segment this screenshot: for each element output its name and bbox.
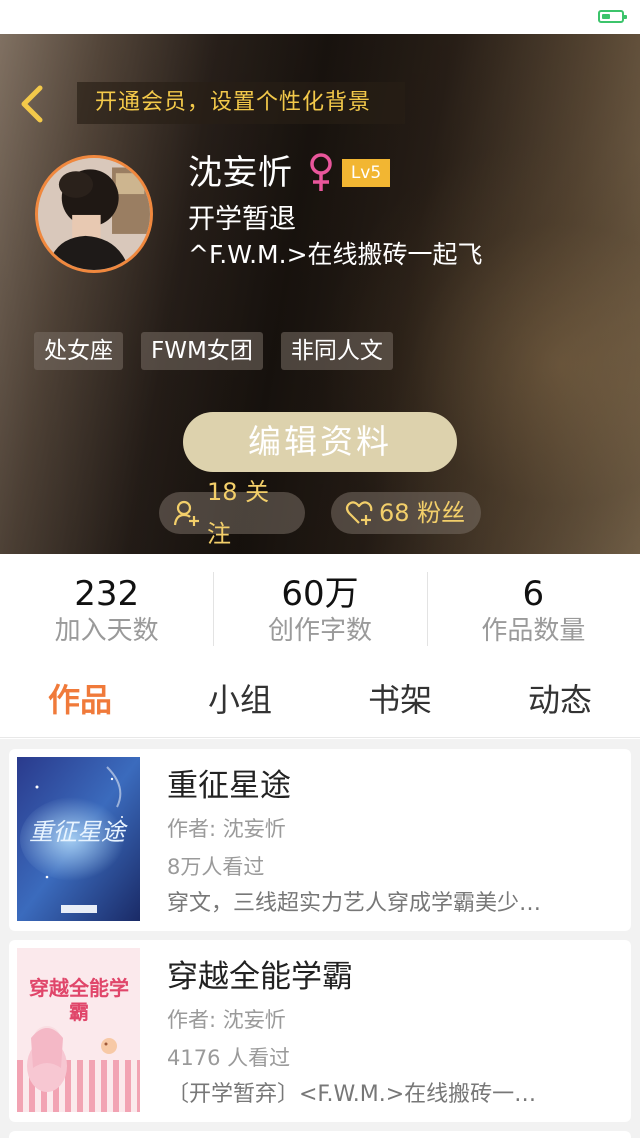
work-card[interactable]	[9, 1131, 631, 1138]
back-button[interactable]	[16, 82, 52, 126]
stats-row: 232 加入天数 60万 创作字数 6 作品数量	[0, 554, 640, 654]
female-gender-icon	[308, 152, 334, 194]
battery-icon	[598, 10, 627, 23]
tag-item[interactable]: 处女座	[34, 332, 123, 370]
following-button[interactable]: 18 关注	[159, 478, 305, 548]
stat-word-count: 60万 创作字数	[213, 554, 426, 654]
following-count: 18 关注	[207, 478, 270, 548]
book-cover-image	[17, 948, 140, 1112]
work-card[interactable]: 穿越全能学霸 穿越全能学霸 作者: 沈妄忻 4176 人看过 〔开学暂弃〕<F.…	[9, 940, 631, 1122]
stat-label: 作品数量	[481, 616, 586, 646]
tab-groups[interactable]: 小组	[160, 662, 320, 737]
stat-value: 6	[522, 574, 545, 614]
profile-header: 开通会员，设置个性化背景 沈妄忻 Lv5 开学暂退 ^F.W.M.>在线搬砖一起…	[0, 34, 640, 554]
avatar[interactable]	[35, 155, 153, 273]
stat-works-count: 6 作品数量	[426, 554, 640, 654]
tag-item[interactable]: 非同人文	[280, 332, 393, 370]
stat-join-days: 232 加入天数	[0, 554, 213, 654]
user-add-icon	[173, 500, 199, 526]
tab-works[interactable]: 作品	[0, 662, 160, 737]
book-cover[interactable]: 穿越全能学霸	[17, 948, 140, 1112]
works-list: 重征星途 重征星途 作者: 沈妄忻 8万人看过 穿文，三线超实力艺人穿成学霸美少…	[0, 739, 640, 1138]
chevron-left-icon	[21, 85, 43, 123]
book-read-count: 8万人看过	[167, 855, 265, 879]
stat-value: 60万	[281, 574, 359, 614]
fans-count: 68 粉丝	[379, 499, 466, 527]
book-title: 重征星途	[167, 768, 291, 804]
status-bar	[0, 0, 640, 34]
tab-bookshelf[interactable]: 书架	[320, 662, 480, 737]
vip-banner[interactable]: 开通会员，设置个性化背景	[77, 82, 405, 124]
book-title: 穿越全能学霸	[167, 959, 353, 995]
book-cover[interactable]: 重征星途	[17, 757, 140, 921]
signature-line-2: ^F.W.M.>在线搬砖一起飞	[188, 240, 483, 269]
stat-value: 232	[74, 574, 140, 614]
heart-plus-icon	[345, 501, 373, 525]
book-description: 〔开学暂弃〕<F.W.M.>在线搬砖一…	[167, 1082, 537, 1107]
work-card[interactable]: 重征星途 重征星途 作者: 沈妄忻 8万人看过 穿文，三线超实力艺人穿成学霸美少…	[9, 749, 631, 931]
stat-label: 创作字数	[267, 616, 372, 646]
edit-profile-button[interactable]: 编辑资料	[183, 412, 457, 472]
level-badge: Lv5	[342, 159, 390, 187]
book-author: 作者: 沈妄忻	[167, 817, 286, 841]
tag-item[interactable]: FWM女团	[141, 332, 263, 370]
book-read-count: 4176 人看过	[167, 1046, 291, 1070]
cover-title-text: 穿越全能学霸	[29, 976, 129, 1024]
tag-list: 处女座 FWM女团 非同人文	[34, 332, 393, 370]
signature-line-1: 开学暂退	[188, 204, 296, 235]
tab-bar: 作品 小组 书架 动态	[0, 662, 640, 738]
nickname: 沈妄忻	[188, 153, 293, 193]
fans-button[interactable]: 68 粉丝	[331, 492, 481, 534]
cover-title-text: 重征星途	[29, 818, 125, 846]
avatar-image	[38, 158, 150, 270]
book-author: 作者: 沈妄忻	[167, 1008, 286, 1032]
book-description: 穿文，三线超实力艺人穿成学霸美少…	[167, 891, 542, 916]
tab-activity[interactable]: 动态	[480, 662, 640, 737]
stat-label: 加入天数	[54, 616, 159, 646]
